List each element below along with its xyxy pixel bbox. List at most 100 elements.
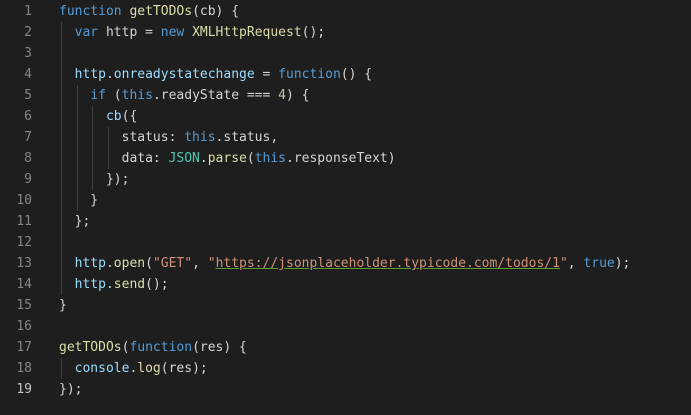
code-line[interactable]	[59, 232, 691, 253]
code-line[interactable]: }	[59, 295, 691, 316]
line-number: 18	[16, 361, 32, 376]
code-token: .status,	[215, 130, 279, 145]
line-number: 7	[24, 130, 32, 145]
code-token: function	[278, 67, 341, 82]
code-line[interactable]: if (this.readyState === 4) {	[59, 85, 691, 106]
code-token: .responseText)	[286, 151, 396, 166]
code-line[interactable]: http.send();	[59, 274, 691, 295]
indent-guide	[61, 358, 62, 379]
code-line[interactable]	[59, 43, 691, 64]
code-token: function	[59, 4, 122, 19]
code-line[interactable]: var http = new XMLHttpRequest();	[59, 22, 691, 43]
code-token: };	[59, 214, 91, 229]
code-token: cb	[105, 109, 122, 124]
code-line[interactable]: };	[59, 211, 691, 232]
code-token: (res);	[160, 361, 208, 376]
line-number: 3	[24, 46, 32, 61]
code-line[interactable]: data: JSON.parse(this.responseText)	[59, 148, 691, 169]
line-number: 12	[16, 235, 32, 250]
code-line[interactable]: http.onreadystatechange = function() {	[59, 64, 691, 85]
code-line[interactable]: });	[59, 169, 691, 190]
code-token: http =	[98, 25, 161, 40]
indent-guide	[108, 127, 109, 169]
code-token: this	[121, 88, 153, 103]
code-token: .	[105, 256, 114, 271]
indent-guide	[92, 106, 93, 190]
code-token: https://jsonplaceholder.typicode.com/tod…	[215, 256, 560, 271]
line-number: 2	[24, 25, 32, 40]
code-token: });	[59, 382, 83, 397]
code-token: "	[559, 256, 568, 271]
line-number: 17	[16, 340, 32, 355]
indent-guide	[61, 22, 62, 295]
code-token: XMLHttpRequest	[192, 25, 302, 40]
code-token: log	[137, 361, 161, 376]
line-number-gutter: 1 2 3 4 5 6 7 8 9 10 11 12 13 14 15 16 17 18 19	[0, 0, 44, 415]
line-number: 5	[24, 88, 32, 103]
code-line[interactable]: console.log(res);	[59, 358, 691, 379]
code-token: var	[74, 25, 99, 40]
code-token: 4	[278, 88, 286, 103]
code-line[interactable]: status: this.status,	[59, 127, 691, 148]
code-token: send	[113, 277, 146, 292]
code-token: }	[59, 193, 99, 208]
code-line[interactable]: getTODOs(function(res) {	[59, 337, 691, 358]
code-line[interactable]: http.open("GET", "https://jsonplaceholde…	[59, 253, 691, 274]
code-token: getTODOs	[59, 340, 122, 355]
code-line[interactable]	[59, 316, 691, 337]
code-token: ();	[301, 25, 326, 40]
line-number: 15	[16, 298, 32, 313]
indent-guide	[77, 85, 78, 211]
code-token: true	[583, 256, 615, 271]
code-token: new	[160, 25, 185, 40]
code-token: "GET"	[152, 256, 193, 271]
code-token: http	[74, 67, 106, 82]
code-token: .	[199, 151, 208, 166]
line-number: 6	[24, 109, 32, 124]
line-number: 4	[24, 67, 32, 82]
line-number: 13	[16, 256, 32, 271]
code-token: });	[59, 172, 130, 187]
code-token: (	[145, 256, 153, 271]
code-line[interactable]: });	[59, 379, 691, 400]
code-token: .	[105, 67, 114, 82]
line-number: 14	[16, 277, 32, 292]
line-number: 8	[24, 151, 32, 166]
line-number: 1	[24, 4, 32, 19]
code-token: this	[184, 130, 216, 145]
code-token: http	[74, 277, 106, 292]
code-token: this	[254, 151, 286, 166]
line-number: 19	[16, 382, 32, 397]
code-token: .readyState ===	[152, 88, 279, 103]
code-token: function	[129, 340, 193, 355]
code-token: JSON	[168, 151, 200, 166]
code-line[interactable]: cb({	[59, 106, 691, 127]
code-token: open	[113, 256, 146, 271]
code-token: ) {	[286, 88, 310, 103]
line-number: 11	[16, 214, 32, 229]
code-line[interactable]: function getTODOs(cb) {	[59, 1, 691, 22]
code-token: (	[246, 151, 255, 166]
code-token: ,	[567, 256, 584, 271]
code-token: =	[254, 67, 279, 82]
code-token: getTODOs	[129, 4, 193, 19]
line-number: 10	[16, 193, 32, 208]
code-token: (cb) {	[192, 4, 240, 19]
code-token: (	[105, 88, 122, 103]
code-line[interactable]: }	[59, 190, 691, 211]
code-token: ,	[192, 256, 208, 271]
code-token: );	[614, 256, 631, 271]
code-area[interactable]: function getTODOs(cb) { var http = new X…	[59, 0, 691, 415]
code-token: "	[207, 256, 216, 271]
code-token: http	[74, 256, 106, 271]
code-token: .	[105, 277, 114, 292]
code-token: (res) {	[192, 340, 247, 355]
line-number: 9	[24, 172, 32, 187]
code-editor[interactable]: 1 2 3 4 5 6 7 8 9 10 11 12 13 14 15 16 17 18 19 function g…	[0, 0, 691, 415]
code-token: onreadystatechange	[113, 67, 255, 82]
code-token: data:	[59, 151, 169, 166]
line-number: 16	[16, 319, 32, 334]
